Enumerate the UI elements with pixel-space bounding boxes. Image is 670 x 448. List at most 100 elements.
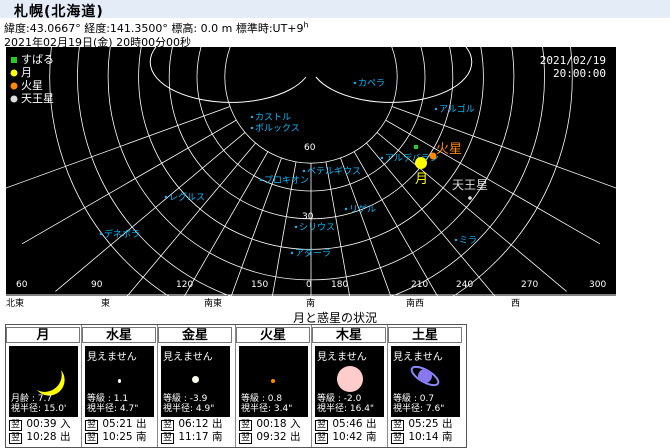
legend-swatch [10,69,18,77]
next-day-mark: 翌 [9,433,23,444]
planet-disc-icon [271,379,275,383]
direction-label: 南西 [406,297,424,309]
event-type: 出 [135,418,147,430]
event-time: 11:17 [175,431,212,443]
event-type: 出 [441,418,453,430]
not-visible-message: 見えません [163,352,213,363]
next-day-mark: 翌 [239,420,253,431]
star-dot [353,81,357,85]
planet-name: 水星 [82,327,156,343]
azimuth-line [55,132,246,292]
zenith-arc-left [149,47,307,103]
zenith-arc-right [315,47,473,103]
not-visible-message: 見えません [317,352,367,363]
next-day-mark: 翌 [315,433,329,444]
event-time: 10:42 [329,431,366,443]
azimuth-degree-label: 120 [176,280,193,290]
planet-view: 見えません 等級 : -3.9 視半径: 4.9" [161,346,230,417]
planet-stat-primary: 等級 : 0.7 [393,394,435,404]
next-day-mark: 翌 [161,420,175,431]
star-dot [344,207,348,211]
planet-event-row: 翌 00:18 入 [239,418,308,431]
star-dot [434,107,438,111]
direction-label: 南東 [204,297,222,309]
next-day-mark: 翌 [315,420,329,431]
star-dot [290,251,294,255]
azimuth-line [21,119,237,245]
planet-stat-radius: 視半径: 7.6" [393,404,445,414]
planet-stat-primary: 等級 : 1.1 [87,394,129,404]
event-type: 出 [365,418,377,430]
star-label: ベテルギウス [307,166,361,177]
event-type: 出 [289,431,301,443]
star-dot [380,156,384,160]
planet-stat-radius: 視半径: 16.4" [317,404,375,414]
planet-name: 土星 [388,327,462,343]
planet-stat-primary: 月齢 : 7.7 [11,394,53,404]
star-label: ミラ [459,235,477,246]
planet-disc-icon [118,379,121,383]
star-dot [259,178,263,182]
star-label: アルゴル [439,103,475,115]
planet-view: 等級 : 0.8 視半径: 3.4" [239,346,308,417]
star-label: プロキオン [264,175,309,186]
planet-event-row: 翌 05:21 出 [85,418,154,431]
planet-view: 見えません 等級 : 0.7 視半径: 7.6" [391,346,460,417]
event-time: 10:28 [23,431,60,443]
planet-name: 月 [6,327,80,343]
timezone: 標準時:UT+9h [235,20,309,35]
legend-label: 天王星 [21,92,54,105]
planet-view: 見えません 等級 : 1.1 視半径: 4.7" [85,346,154,417]
event-time: 00:18 [253,418,290,430]
azimuth-line [366,142,507,309]
event-type: 入 [289,418,301,430]
azimuth-degree-label: 90 [91,280,103,290]
azimuth-degree-label: 150 [251,280,268,290]
star-dot [454,238,458,242]
event-time: 05:25 [405,418,442,430]
azimuth-degree-label: 210 [411,280,428,290]
direction-label: 南 [306,297,315,309]
event-type: 出 [59,431,71,443]
star-dot [250,126,254,130]
planet-column: 水星 見えません 等級 : 1.1 視半径: 4.7" 翌 05:21 出翌 10:25… [82,325,156,447]
sky-grid: 60 30 60 90 120 150 0 180 210 240 270 300 北東 東 南東 南 南西 西 [6,47,616,309]
not-visible-message: 見えません [87,352,137,363]
star-label: リゲル [349,203,376,215]
altitude-label: 60 [304,143,316,153]
uranus-marker [468,196,472,200]
planet-name: 火星 [236,327,310,343]
event-type: 南 [365,431,377,443]
event-type: 南 [135,431,147,443]
star-label: カペラ [358,78,385,89]
next-day-mark: 翌 [239,433,253,444]
legend-label: 月 [21,66,32,79]
star-label: シリウス [299,222,335,233]
planet-name: 木星 [312,327,386,343]
azimuth-degree-label: 60 [16,280,28,290]
event-time: 06:12 [175,418,212,430]
azimuth-degree-label: 180 [331,280,348,290]
planet-column: 土星 見えません 等級 : 0.7 視半径: 7.6" 翌 05:25 出翌 10:14… [388,325,462,447]
planet-disc-icon [192,376,199,383]
sky-time: 20:00:00 [553,67,606,80]
star-dot [302,169,306,173]
star-label: ポルックス [255,123,300,134]
planet-stat-primary: 等級 : -3.9 [163,394,208,404]
planet-view: 月齢 : 7.7 視半径: 15.0' [9,346,78,417]
star-label: デネボラ [104,228,140,240]
event-time: 10:25 [99,431,136,443]
next-day-mark: 翌 [9,420,23,431]
next-day-mark: 翌 [391,420,405,431]
planet-event-row: 翌 10:14 南 [391,431,460,444]
planet-disc-icon [337,366,363,392]
planet-event-row: 翌 06:12 出 [161,418,230,431]
planet-column: 火星 等級 : 0.8 視半径: 3.4" 翌 00:18 入翌 09:32 出 [236,325,310,447]
legend-label: すばる [21,53,54,66]
planet-stat-radius: 視半径: 15.0' [11,404,67,414]
location-title: 札幌(北海道) [14,4,104,20]
planet-event-row: 翌 05:25 出 [391,418,460,431]
moon-marker [415,157,427,169]
next-day-mark: 翌 [85,433,99,444]
moon-label: 月 [415,172,428,187]
